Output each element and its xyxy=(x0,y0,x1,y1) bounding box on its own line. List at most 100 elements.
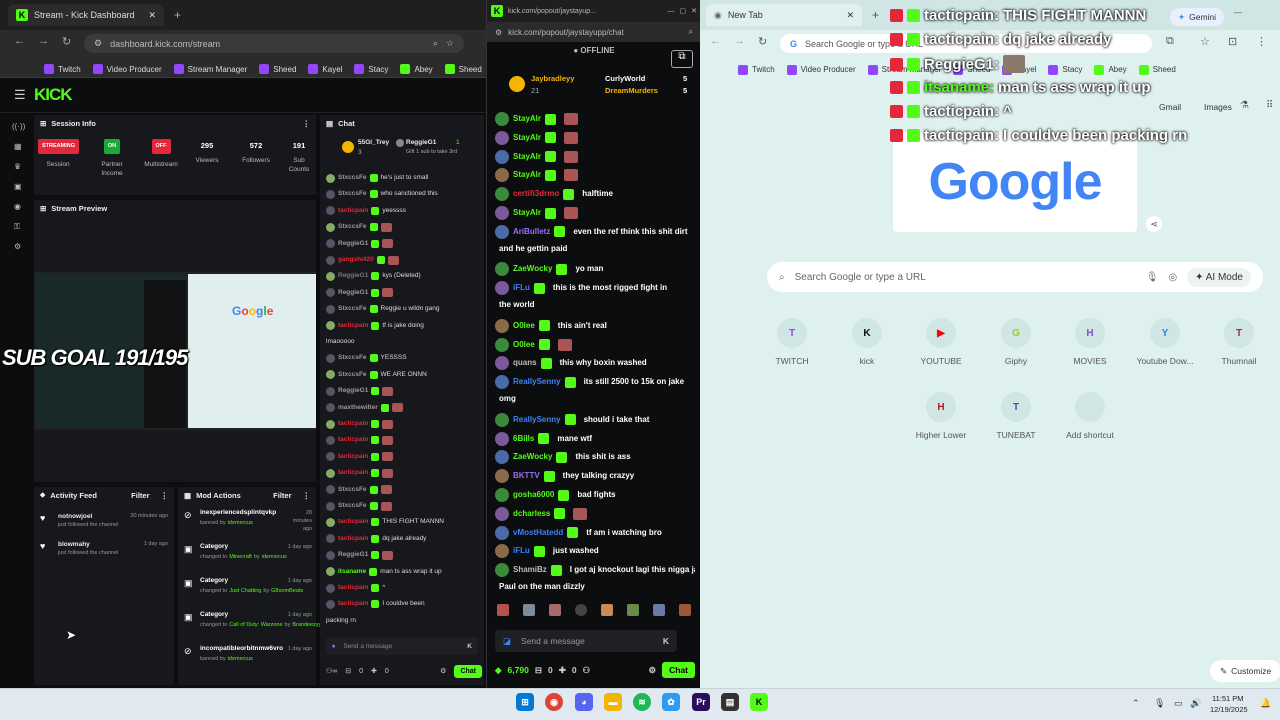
tray-chevron-icon[interactable]: ⌃ xyxy=(1132,698,1140,709)
chat-username[interactable]: O0lee xyxy=(513,340,535,350)
labs-icon[interactable]: ⚗ xyxy=(1240,100,1249,111)
category-name[interactable]: Just Chatting xyxy=(229,588,261,594)
notification-icon[interactable]: 🔔 xyxy=(1260,698,1271,709)
chat-username[interactable]: ShamiBz xyxy=(513,565,547,575)
shortcut-tile[interactable]: H MOVIES xyxy=(1060,318,1120,366)
multistream-status[interactable]: OFF Multistream xyxy=(138,139,184,169)
new-tab-icon[interactable]: + xyxy=(872,8,879,22)
settings-icon[interactable]: ⚙ xyxy=(440,667,446,675)
bookmark-item[interactable]: Video Producer xyxy=(786,61,856,78)
chat-send-button[interactable]: Chat xyxy=(662,662,695,678)
category-name[interactable]: Minecraft xyxy=(229,554,252,560)
spotify-taskbar-icon[interactable]: ≋ xyxy=(633,693,651,711)
bookmark-star-icon[interactable]: ☆ xyxy=(1200,35,1210,48)
emote-icon[interactable] xyxy=(679,604,691,616)
activity-user[interactable]: notnowjoel xyxy=(58,513,92,520)
chat-username[interactable]: StxccsFe xyxy=(338,173,367,183)
bookmark-item[interactable]: Sheed xyxy=(259,61,296,77)
moderator-name[interactable]: idemxrcus xyxy=(262,554,287,560)
chat-username[interactable]: tacticpain xyxy=(338,435,368,445)
emote-icon[interactable] xyxy=(549,604,561,616)
more-options-icon[interactable]: ⋮ xyxy=(303,491,311,500)
chat-username[interactable]: StxccsFe xyxy=(338,304,367,314)
chat-username[interactable]: StxccsFe xyxy=(338,501,367,511)
site-info-icon[interactable]: ⚙ xyxy=(495,28,502,37)
shortcut-tile[interactable]: G Giphy xyxy=(986,318,1046,366)
shortcut-tile[interactable]: ▶ YOUTUBE xyxy=(911,318,971,366)
key-icon[interactable]: ⚿ xyxy=(14,222,20,232)
gem-icon[interactable]: ◆ xyxy=(495,665,502,676)
kick-logo[interactable]: KICK xyxy=(34,85,73,105)
bookmark-item[interactable]: Abey xyxy=(1094,61,1127,78)
chat-username[interactable]: itsaname xyxy=(338,567,366,577)
chat-username[interactable]: ReggieG1 xyxy=(338,386,368,396)
zoom-icon[interactable]: ⌕ xyxy=(433,38,438,49)
mic-tray-icon[interactable]: 🎙 xyxy=(1154,698,1165,709)
network-icon[interactable]: ▭ xyxy=(1174,698,1183,709)
site-info-icon[interactable]: ⚙ xyxy=(94,38,102,49)
mod-action-title[interactable]: incompatibleorbitnmw6vro xyxy=(200,645,283,653)
chat-username[interactable]: ReggieG1 xyxy=(338,239,368,249)
chat-username[interactable]: ReggieG1 xyxy=(338,271,368,281)
chat-username[interactable]: tacticpain xyxy=(338,321,368,331)
leader-user[interactable]: Jaybradleyy xyxy=(531,74,574,83)
bookmark-item[interactable]: Stacy xyxy=(1048,61,1082,78)
tab-dashboard[interactable]: K Stream - Kick Dashboard ✕ xyxy=(8,4,164,26)
settings-icon[interactable]: ⚙ xyxy=(648,665,656,676)
kick-taskbar-icon[interactable]: K xyxy=(750,693,768,711)
chat-username[interactable]: tacticpain xyxy=(338,206,368,216)
chat-username[interactable]: ZaeWocky xyxy=(513,452,552,462)
chat-username[interactable]: tacticpain xyxy=(338,468,368,478)
chat-username[interactable]: iFLu xyxy=(513,283,530,293)
clock-time[interactable]: 11:51 PM xyxy=(1212,694,1244,703)
forward-icon[interactable]: → xyxy=(734,35,745,47)
mod-action-title[interactable]: Category xyxy=(200,543,228,551)
pinned-user[interactable]: 55Gl_Trey xyxy=(358,139,389,146)
settings-icon[interactable]: ⚙ xyxy=(14,242,21,251)
mod-action-title[interactable]: inexperiencedsplintqvkp xyxy=(200,509,276,517)
chat-username[interactable]: gosha6000 xyxy=(513,490,554,500)
volume-icon[interactable]: 🔊 xyxy=(1190,698,1201,709)
shortcut-tile[interactable]: T Thumnail xyxy=(1209,318,1269,366)
google-doodle[interactable]: Google xyxy=(893,132,1137,232)
chat-username[interactable]: tacticpain xyxy=(338,534,368,544)
minimize-icon[interactable]: — xyxy=(1234,8,1242,17)
emote-icon[interactable] xyxy=(601,604,613,616)
new-tab-icon[interactable]: + xyxy=(174,8,181,22)
forward-icon[interactable]: → xyxy=(38,35,49,47)
chart-icon[interactable]: ▦ xyxy=(14,142,22,151)
moderator-name[interactable]: idemxrcus xyxy=(228,656,253,662)
windows-start-icon[interactable]: ⊞ xyxy=(516,693,534,711)
lock-icon[interactable]: ⊟ xyxy=(535,665,542,676)
mod-action-title[interactable]: Category xyxy=(200,611,228,619)
app-taskbar-icon[interactable]: ▤ xyxy=(721,693,739,711)
kick-emote-icon[interactable]: K xyxy=(467,643,472,650)
share-icon[interactable]: ⋖ xyxy=(1146,216,1162,232)
leader-user[interactable]: CurlyWorld xyxy=(605,74,645,83)
chat-username[interactable]: StxccsFe xyxy=(338,485,367,495)
shortcut-tile[interactable]: + Add shortcut xyxy=(1060,392,1120,440)
user-icon[interactable]: ⚇ xyxy=(583,665,591,676)
chat-username[interactable]: 6Bills xyxy=(513,434,534,444)
chrome-taskbar-icon[interactable]: ◉ xyxy=(545,693,563,711)
emote-icon[interactable] xyxy=(523,604,535,616)
broadcast-icon[interactable]: ((·)) xyxy=(12,122,25,131)
chat-username[interactable]: StxccsFe xyxy=(338,189,367,199)
maximize-icon[interactable]: ▢ xyxy=(680,7,687,15)
emote-picker-icon[interactable]: ◪ xyxy=(503,636,511,647)
lock-icon[interactable]: ⊟ xyxy=(345,667,351,675)
chat-username[interactable]: maxthewilter xyxy=(338,403,378,413)
chat-username[interactable]: ReggieG1 xyxy=(338,550,368,560)
bookmark-item[interactable]: Stacy xyxy=(354,61,388,77)
shortcut-tile[interactable]: T TUNEBAT xyxy=(986,392,1046,440)
trophy-icon[interactable]: ♛ xyxy=(14,162,21,171)
photos-taskbar-icon[interactable]: ✿ xyxy=(662,693,680,711)
chat-username[interactable]: StxccsFe xyxy=(338,353,367,363)
chat-username[interactable]: dcharless xyxy=(513,509,550,519)
popout-chat-input[interactable]: ◪ Send a message K xyxy=(495,630,677,652)
images-link[interactable]: Images xyxy=(1204,102,1232,112)
chat-username[interactable]: StxccsFe xyxy=(338,222,367,232)
close-tab-icon[interactable]: ✕ xyxy=(148,10,156,21)
reload-icon[interactable]: ↻ xyxy=(62,35,71,48)
chat-username[interactable]: AriBulletz xyxy=(513,227,550,237)
